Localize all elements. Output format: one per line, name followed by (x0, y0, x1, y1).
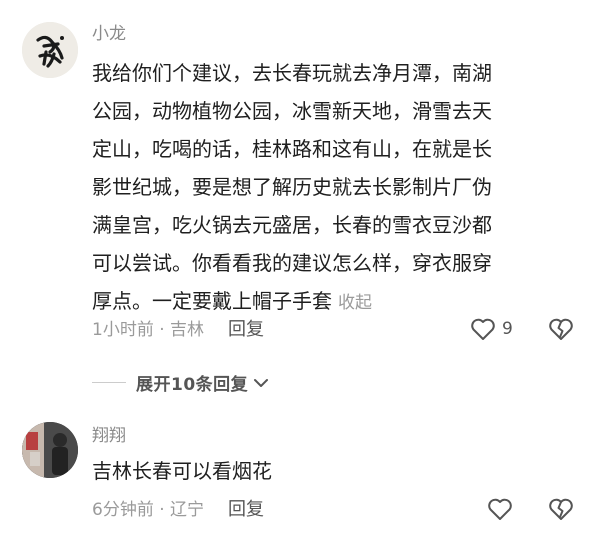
chevron-down-icon (254, 378, 269, 387)
comment-username[interactable]: 翔翔 (92, 426, 126, 446)
comment-text-line: 我给你们个建议，去长春玩就去净月潭，南湖 (92, 61, 492, 85)
divider (92, 382, 126, 383)
comment-username[interactable]: 小龙 (92, 24, 126, 44)
comment-text-line: 公园，动物植物公园，冰雪新天地，滑雪去天 (92, 99, 492, 123)
reply-button[interactable]: 回复 (228, 320, 264, 340)
comment-meta: 6分钟前 · 辽宁 回复 (92, 500, 264, 521)
expand-replies-label: 展开10条回复 (136, 375, 249, 395)
like-count: 9 (502, 319, 513, 339)
avatar[interactable] (22, 22, 78, 78)
comment-meta: 1小时前 · 吉林 回复 (92, 320, 264, 341)
calligraphy-avatar-icon (22, 22, 78, 78)
dislike-button[interactable] (548, 317, 574, 345)
comment-text-line: 满皇宫，吃火锅去元盛居，长春的雪衣豆沙都 (92, 213, 492, 237)
broken-heart-icon (549, 498, 573, 520)
broken-heart-icon (549, 318, 573, 340)
reply-button[interactable]: 回复 (228, 500, 264, 520)
collapse-link[interactable]: 收起 (338, 293, 372, 313)
avatar[interactable] (22, 422, 78, 478)
comment-text-line-last: 厚点。一定要戴上帽子手套 收起 (92, 282, 562, 322)
heart-icon (488, 498, 512, 520)
photo-avatar-icon (22, 422, 78, 478)
expand-replies-button[interactable]: 展开10条回复 (92, 370, 270, 395)
comment-text-line: 厚点。一定要戴上帽子手套 (92, 289, 332, 313)
comment-text-line: 影世纪城，要是想了解历史就去长影制片厂伪 (92, 175, 492, 199)
heart-icon (471, 318, 495, 340)
comment-text-line: 可以尝试。你看看我的建议怎么样，穿衣服穿 (92, 251, 492, 275)
like-button[interactable] (487, 497, 513, 521)
comment-time-location: 6分钟前 · 辽宁 (92, 500, 205, 520)
comment-text: 我给你们个建议，去长春玩就去净月潭，南湖 公园，动物植物公园，冰雪新天地，滑雪去… (92, 54, 562, 322)
dislike-button[interactable] (548, 497, 574, 525)
comment-time-location: 1小时前 · 吉林 (92, 320, 205, 340)
like-button[interactable]: 9 (470, 317, 513, 341)
comment-text-line: 定山，吃喝的话，桂林路和这有山，在就是长 (92, 137, 492, 161)
comment-text: 吉林长春可以看烟花 (92, 459, 272, 483)
